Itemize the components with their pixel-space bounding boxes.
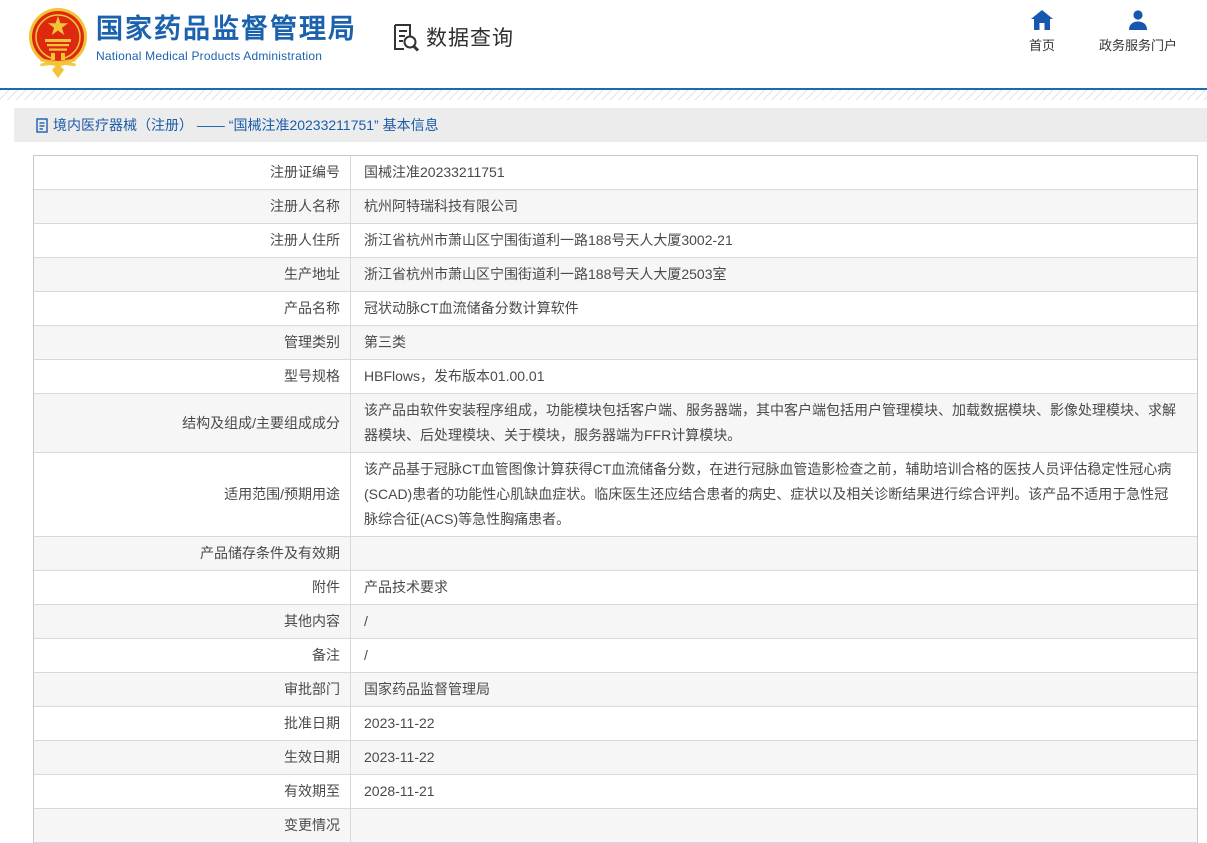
row-value: 浙江省杭州市萧山区宁围街道利一路188号天人大厦3002-21 [351, 224, 1197, 257]
table-row: 产品储存条件及有效期 [34, 537, 1197, 571]
row-label: 产品名称 [34, 292, 351, 325]
breadcrumb-text: 境内医疗器械（注册） —— “国械注准20233211751” 基本信息 [53, 115, 439, 135]
table-row: 管理类别第三类 [34, 326, 1197, 360]
row-label: 注册人名称 [34, 190, 351, 223]
row-value: 杭州阿特瑞科技有限公司 [351, 190, 1197, 223]
nav-home-label: 首页 [1029, 35, 1055, 54]
table-row: 生产地址浙江省杭州市萧山区宁围街道利一路188号天人大厦2503室 [34, 258, 1197, 292]
user-icon [1127, 10, 1149, 30]
row-value: 2028-11-21 [351, 775, 1197, 808]
table-row: 注册人名称杭州阿特瑞科技有限公司 [34, 190, 1197, 224]
table-row: 批准日期2023-11-22 [34, 707, 1197, 741]
row-value: 国家药品监督管理局 [351, 673, 1197, 706]
breadcrumb[interactable]: 境内医疗器械（注册） —— “国械注准20233211751” 基本信息 [36, 115, 439, 135]
table-row: 备注/ [34, 639, 1197, 673]
data-query-label: 数据查询 [426, 22, 514, 52]
row-label: 批准日期 [34, 707, 351, 740]
table-row: 变更情况 [34, 809, 1197, 843]
home-icon [1031, 10, 1053, 30]
nav-home[interactable]: 首页 [1029, 10, 1055, 54]
hatch-pattern-band [0, 90, 1207, 100]
row-label: 生效日期 [34, 741, 351, 774]
data-query-section[interactable]: 数据查询 [390, 22, 514, 52]
row-label: 管理类别 [34, 326, 351, 359]
row-label: 生产地址 [34, 258, 351, 291]
row-value: 浙江省杭州市萧山区宁围街道利一路188号天人大厦2503室 [351, 258, 1197, 291]
table-row: 适用范围/预期用途该产品基于冠脉CT血管图像计算获得CT血流储备分数，在进行冠脉… [34, 453, 1197, 537]
agency-title-block: 国家药品监督管理局 National Medical Products Admi… [96, 13, 357, 63]
row-label: 结构及组成/主要组成成分 [34, 394, 351, 452]
row-label: 变更情况 [34, 809, 351, 842]
row-label: 有效期至 [34, 775, 351, 808]
table-row: 注册人住所浙江省杭州市萧山区宁围街道利一路188号天人大厦3002-21 [34, 224, 1197, 258]
row-value: / [351, 605, 1197, 638]
row-label: 适用范围/预期用途 [34, 453, 351, 536]
row-label: 注册证编号 [34, 156, 351, 189]
row-value: 2023-11-22 [351, 707, 1197, 740]
row-value: HBFlows，发布版本01.00.01 [351, 360, 1197, 393]
document-icon [36, 118, 48, 133]
row-label: 附件 [34, 571, 351, 604]
breadcrumb-bar: 境内医疗器械（注册） —— “国械注准20233211751” 基本信息 [14, 108, 1207, 142]
table-row: 产品名称冠状动脉CT血流储备分数计算软件 [34, 292, 1197, 326]
table-row: 附件产品技术要求 [34, 571, 1197, 605]
row-value [351, 809, 1197, 842]
row-label: 备注 [34, 639, 351, 672]
row-label: 其他内容 [34, 605, 351, 638]
national-emblem-logo [28, 6, 88, 80]
row-label: 型号规格 [34, 360, 351, 393]
row-value: 国械注准20233211751 [351, 156, 1197, 189]
table-row: 有效期至2028-11-21 [34, 775, 1197, 809]
row-value: 该产品基于冠脉CT血管图像计算获得CT血流储备分数，在进行冠脉血管造影检查之前，… [351, 453, 1197, 536]
info-table: 注册证编号国械注准20233211751注册人名称杭州阿特瑞科技有限公司注册人住… [33, 155, 1198, 843]
nav-portal-label: 政务服务门户 [1099, 35, 1177, 54]
nav-gov-service-portal[interactable]: 政务服务门户 [1099, 10, 1177, 54]
table-row: 结构及组成/主要组成成分该产品由软件安装程序组成，功能模块包括客户端、服务器端，… [34, 394, 1197, 453]
row-label: 审批部门 [34, 673, 351, 706]
table-row: 审批部门国家药品监督管理局 [34, 673, 1197, 707]
row-value: 2023-11-22 [351, 741, 1197, 774]
row-value: 产品技术要求 [351, 571, 1197, 604]
table-row: 生效日期2023-11-22 [34, 741, 1197, 775]
row-label: 注册人住所 [34, 224, 351, 257]
row-value: 冠状动脉CT血流储备分数计算软件 [351, 292, 1197, 325]
table-row: 注册证编号国械注准20233211751 [34, 156, 1197, 190]
top-navigation: 首页 政务服务门户 [1029, 10, 1177, 54]
page-header: 国家药品监督管理局 National Medical Products Admi… [0, 0, 1207, 88]
row-value [351, 537, 1197, 570]
table-row: 型号规格HBFlows，发布版本01.00.01 [34, 360, 1197, 394]
row-label: 产品储存条件及有效期 [34, 537, 351, 570]
agency-name-en: National Medical Products Administration [96, 49, 357, 63]
row-value: 该产品由软件安装程序组成，功能模块包括客户端、服务器端，其中客户端包括用户管理模… [351, 394, 1197, 452]
agency-name-zh: 国家药品监督管理局 [96, 13, 357, 45]
row-value: 第三类 [351, 326, 1197, 359]
row-value: / [351, 639, 1197, 672]
document-search-icon [390, 22, 420, 52]
table-row: 其他内容/ [34, 605, 1197, 639]
national-emblem-icon [28, 6, 88, 80]
